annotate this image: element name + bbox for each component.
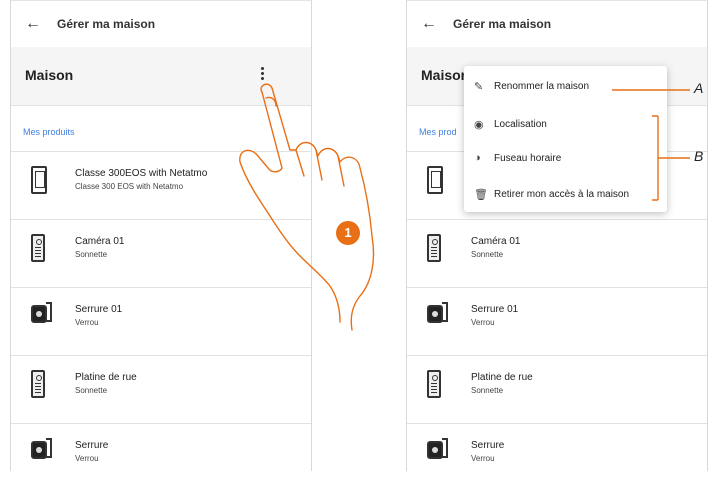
step-number-badge: 1 <box>336 221 360 245</box>
annotation-overlay <box>239 83 690 331</box>
pointing-hand-icon <box>239 83 375 331</box>
callout-label-a: A <box>694 80 704 96</box>
callout-leader-lines <box>612 89 690 201</box>
callout-label-b: B <box>694 148 704 164</box>
callout-b-bracket <box>657 116 690 200</box>
